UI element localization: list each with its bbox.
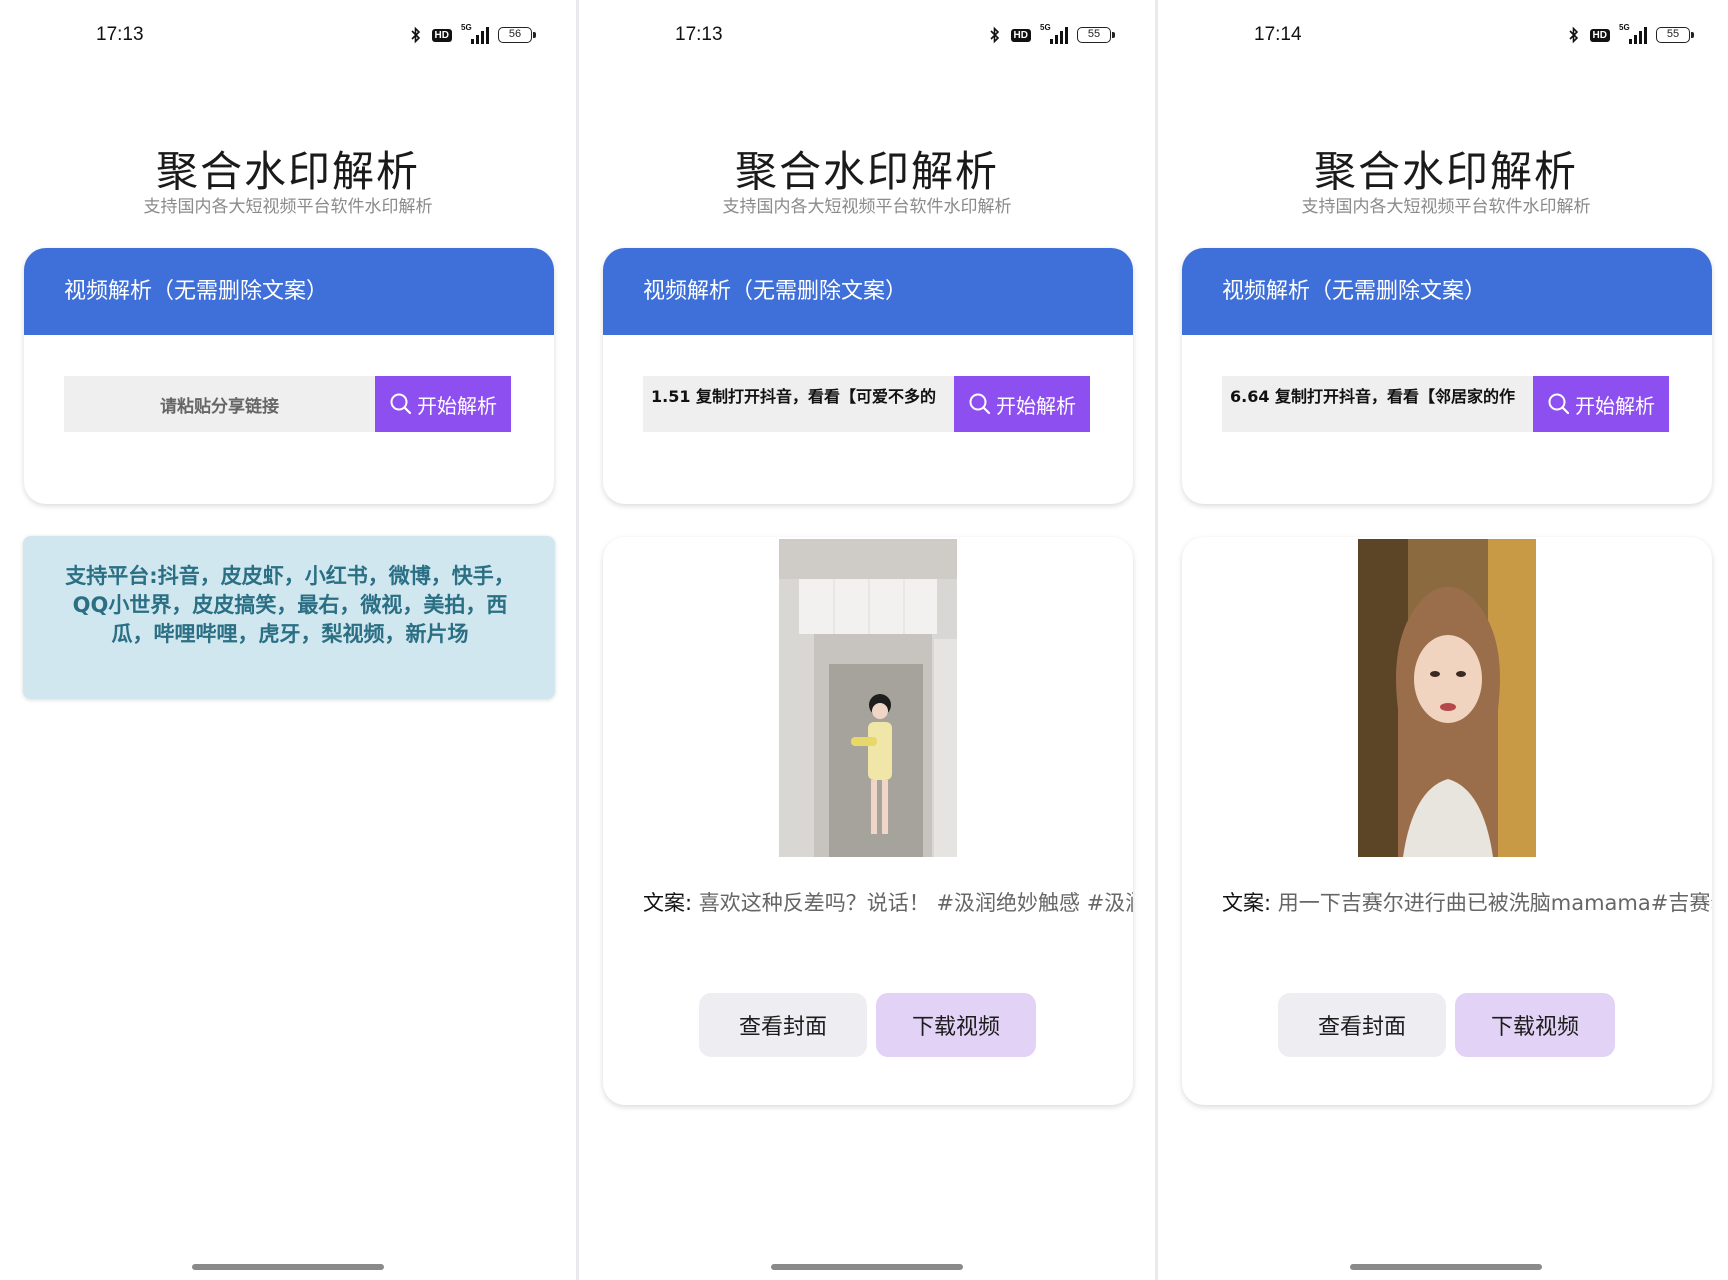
- status-bar: 17:13 HD 5G 55: [579, 23, 1155, 50]
- battery-icon: 55: [1077, 27, 1115, 43]
- parse-card-title: 视频解析（无需删除文案）: [603, 248, 1133, 335]
- home-indicator[interactable]: [771, 1264, 963, 1270]
- bluetooth-icon: [989, 26, 999, 44]
- status-bar: 17:13 HD 5G 56: [0, 23, 576, 50]
- result-actions: 查看封面 下载视频: [1278, 993, 1615, 1057]
- hd-icon: HD: [1010, 28, 1031, 42]
- status-icons: HD 5G 55: [1567, 23, 1694, 44]
- view-cover-button[interactable]: 查看封面: [699, 993, 867, 1057]
- start-parse-button[interactable]: 开始解析: [1533, 376, 1669, 432]
- share-link-input[interactable]: 6.64 复制打开抖音，看看【邻居家的作: [1222, 376, 1533, 432]
- page-title: 聚合水印解析: [1313, 147, 1578, 196]
- search-icon: [969, 393, 991, 415]
- share-link-input[interactable]: 1.51 复制打开抖音，看看【可爱不多的: [643, 376, 954, 432]
- caption-label: 文案:: [643, 891, 693, 915]
- phone-screen-3: 17:14 HD 5G 55 聚合水印解析 支持国内各大短视频平台软件水印解析 …: [1158, 0, 1728, 1280]
- battery-icon: 55: [1656, 27, 1694, 43]
- share-link-input[interactable]: 请粘贴分享链接: [64, 376, 375, 432]
- start-parse-label: 开始解析: [1575, 395, 1655, 418]
- caption-value: 用一下吉赛尔进行曲已被洗脑mamama#吉赛尔: [1277, 891, 1712, 915]
- status-bar: 17:14 HD 5G 55: [1158, 23, 1728, 50]
- parse-input-row: 1.51 复制打开抖音，看看【可爱不多的 开始解析: [643, 376, 1093, 432]
- parse-input-row: 请粘贴分享链接 开始解析: [64, 376, 514, 432]
- start-parse-button[interactable]: 开始解析: [375, 376, 511, 432]
- hd-icon: HD: [1589, 28, 1610, 42]
- supported-platforms-notice: 支持平台:抖音，皮皮虾，小红书，微博，快手，QQ小世界，皮皮搞笑，最右，微视，美…: [23, 536, 555, 699]
- page-subtitle: 支持国内各大短视频平台软件水印解析: [1301, 197, 1591, 217]
- caption-text: 文案: 喜欢这种反差吗？说话！ #汲润绝妙触感 #汲润: [643, 887, 1133, 917]
- bluetooth-icon: [410, 26, 420, 44]
- page-subtitle: 支持国内各大短视频平台软件水印解析: [722, 197, 1012, 217]
- start-parse-button[interactable]: 开始解析: [954, 376, 1090, 432]
- result-card: 文案: 喜欢这种反差吗？说话！ #汲润绝妙触感 #汲润 查看封面 下载视频: [603, 537, 1133, 1105]
- page-subtitle: 支持国内各大短视频平台软件水印解析: [143, 197, 433, 217]
- status-icons: HD 5G 56: [409, 23, 536, 44]
- caption-label: 文案:: [1222, 891, 1272, 915]
- home-indicator[interactable]: [192, 1264, 384, 1270]
- battery-icon: 56: [498, 27, 536, 43]
- download-video-button[interactable]: 下载视频: [876, 993, 1036, 1057]
- caption-text: 文案: 用一下吉赛尔进行曲已被洗脑mamama#吉赛尔: [1222, 887, 1712, 917]
- phone-screen-2: 17:13 HD 5G 55 聚合水印解析 支持国内各大短视频平台软件水印解析 …: [579, 0, 1155, 1280]
- caption-value: 喜欢这种反差吗？说话！ #汲润绝妙触感 #汲润: [698, 891, 1133, 915]
- status-time: 17:13: [675, 24, 723, 45]
- status-time: 17:14: [1254, 24, 1302, 45]
- bluetooth-icon: [1568, 26, 1578, 44]
- parse-card: 视频解析（无需删除文案） 1.51 复制打开抖音，看看【可爱不多的 开始解析: [603, 248, 1133, 504]
- status-time: 17:13: [96, 24, 144, 45]
- start-parse-label: 开始解析: [996, 395, 1076, 418]
- 5g-signal-icon: 5G: [1040, 23, 1068, 44]
- 5g-signal-icon: 5G: [461, 23, 489, 44]
- search-icon: [1548, 393, 1570, 415]
- search-icon: [390, 393, 412, 415]
- parse-card-title: 视频解析（无需删除文案）: [24, 248, 554, 335]
- status-icons: HD 5G 55: [988, 23, 1115, 44]
- video-thumbnail[interactable]: [779, 539, 957, 857]
- home-indicator[interactable]: [1350, 1264, 1542, 1270]
- hd-icon: HD: [431, 28, 452, 42]
- video-thumbnail[interactable]: [1358, 539, 1536, 857]
- download-video-button[interactable]: 下载视频: [1455, 993, 1615, 1057]
- view-cover-button[interactable]: 查看封面: [1278, 993, 1446, 1057]
- page-title: 聚合水印解析: [155, 147, 420, 196]
- phone-screen-1: 17:13 HD 5G 56 聚合水印解析 支持国内各大短视频平台软件水印解析 …: [0, 0, 576, 1280]
- result-card: 文案: 用一下吉赛尔进行曲已被洗脑mamama#吉赛尔 查看封面 下载视频: [1182, 537, 1712, 1105]
- screenshot-collage: 17:13 HD 5G 56 聚合水印解析 支持国内各大短视频平台软件水印解析 …: [0, 0, 1728, 1280]
- start-parse-label: 开始解析: [417, 395, 497, 418]
- parse-card: 视频解析（无需删除文案） 6.64 复制打开抖音，看看【邻居家的作 开始解析: [1182, 248, 1712, 504]
- parse-card-title: 视频解析（无需删除文案）: [1182, 248, 1712, 335]
- parse-input-row: 6.64 复制打开抖音，看看【邻居家的作 开始解析: [1222, 376, 1672, 432]
- parse-card: 视频解析（无需删除文案） 请粘贴分享链接 开始解析: [24, 248, 554, 504]
- 5g-signal-icon: 5G: [1619, 23, 1647, 44]
- page-title: 聚合水印解析: [734, 147, 999, 196]
- result-actions: 查看封面 下载视频: [699, 993, 1036, 1057]
